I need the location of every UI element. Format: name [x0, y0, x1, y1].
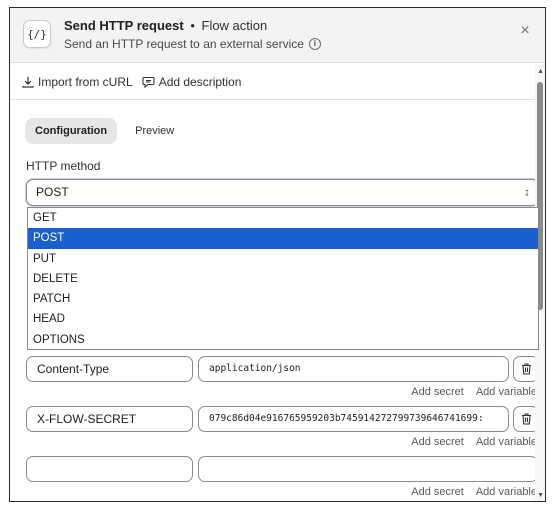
header-row-actions: Add secret Add variable — [411, 486, 537, 498]
add-secret-link[interactable]: Add secret — [411, 436, 464, 448]
method-option-head[interactable]: HEAD — [28, 309, 538, 329]
method-option-delete[interactable]: DELETE — [28, 269, 538, 289]
method-option-patch[interactable]: PATCH — [28, 289, 538, 309]
code-icon: {/} — [23, 20, 51, 48]
panel-title: Send HTTP request • Flow action — [64, 18, 267, 34]
method-option-post[interactable]: POST — [28, 228, 538, 249]
http-method-select[interactable]: POST ↕ — [26, 179, 539, 206]
comment-icon — [142, 76, 155, 88]
header-row-actions: Add secret Add variable — [411, 386, 537, 398]
header-value-input[interactable]: application/json — [198, 356, 509, 382]
close-button[interactable]: × — [515, 21, 535, 41]
panel-description: Send an HTTP request to an external serv… — [64, 36, 321, 52]
title-text: Send HTTP request — [64, 18, 184, 33]
close-icon: × — [520, 22, 530, 39]
http-method-dropdown: GET POST PUT DELETE PATCH HEAD OPTIONS — [27, 207, 539, 350]
add-secret-link[interactable]: Add secret — [411, 386, 464, 398]
add-variable-link[interactable]: Add variable — [476, 436, 537, 448]
method-option-options[interactable]: OPTIONS — [28, 330, 538, 350]
title-kind: Flow action — [201, 18, 268, 33]
tab-bar: Configuration Preview — [25, 118, 184, 144]
http-method-label: HTTP method — [26, 159, 101, 173]
add-description-button[interactable]: Add description — [142, 74, 242, 89]
flow-action-panel: {/} Send HTTP request • Flow action Send… — [9, 7, 546, 502]
header-value-input[interactable]: 079c86d04e916765959203b74591427279973964… — [198, 406, 509, 432]
import-curl-label: Import from cURL — [38, 74, 133, 89]
header-key-input[interactable] — [26, 456, 193, 482]
description-text: Send an HTTP request to an external serv… — [64, 37, 304, 51]
header-key-input[interactable]: X-FLOW-SECRET — [26, 406, 193, 432]
add-variable-link[interactable]: Add variable — [476, 386, 537, 398]
trash-icon — [521, 413, 531, 425]
header-value-input[interactable] — [198, 456, 538, 482]
method-option-get[interactable]: GET — [28, 208, 538, 228]
scroll-down-icon[interactable]: ▼ — [537, 492, 544, 499]
add-secret-link[interactable]: Add secret — [411, 486, 464, 498]
scroll-up-icon[interactable]: ▲ — [537, 68, 544, 75]
panel-header: {/} Send HTTP request • Flow action Send… — [10, 8, 545, 63]
import-curl-button[interactable]: Import from cURL — [22, 75, 133, 89]
download-icon — [22, 76, 34, 88]
title-separator: • — [190, 18, 195, 33]
tab-configuration[interactable]: Configuration — [25, 118, 118, 144]
header-key-input[interactable]: Content-Type — [26, 356, 193, 382]
http-method-value: POST — [36, 185, 69, 199]
tab-preview[interactable]: Preview — [125, 118, 184, 144]
add-variable-link[interactable]: Add variable — [476, 486, 537, 498]
method-option-put[interactable]: PUT — [28, 249, 538, 269]
trash-icon — [521, 363, 531, 375]
add-description-label: Add description — [158, 74, 242, 89]
info-icon[interactable]: i — [308, 38, 321, 50]
header-row-actions: Add secret Add variable — [411, 436, 537, 448]
action-toolbar: Import from cURL Add description — [10, 64, 545, 100]
chevron-updown-icon: ↕ — [524, 185, 530, 199]
